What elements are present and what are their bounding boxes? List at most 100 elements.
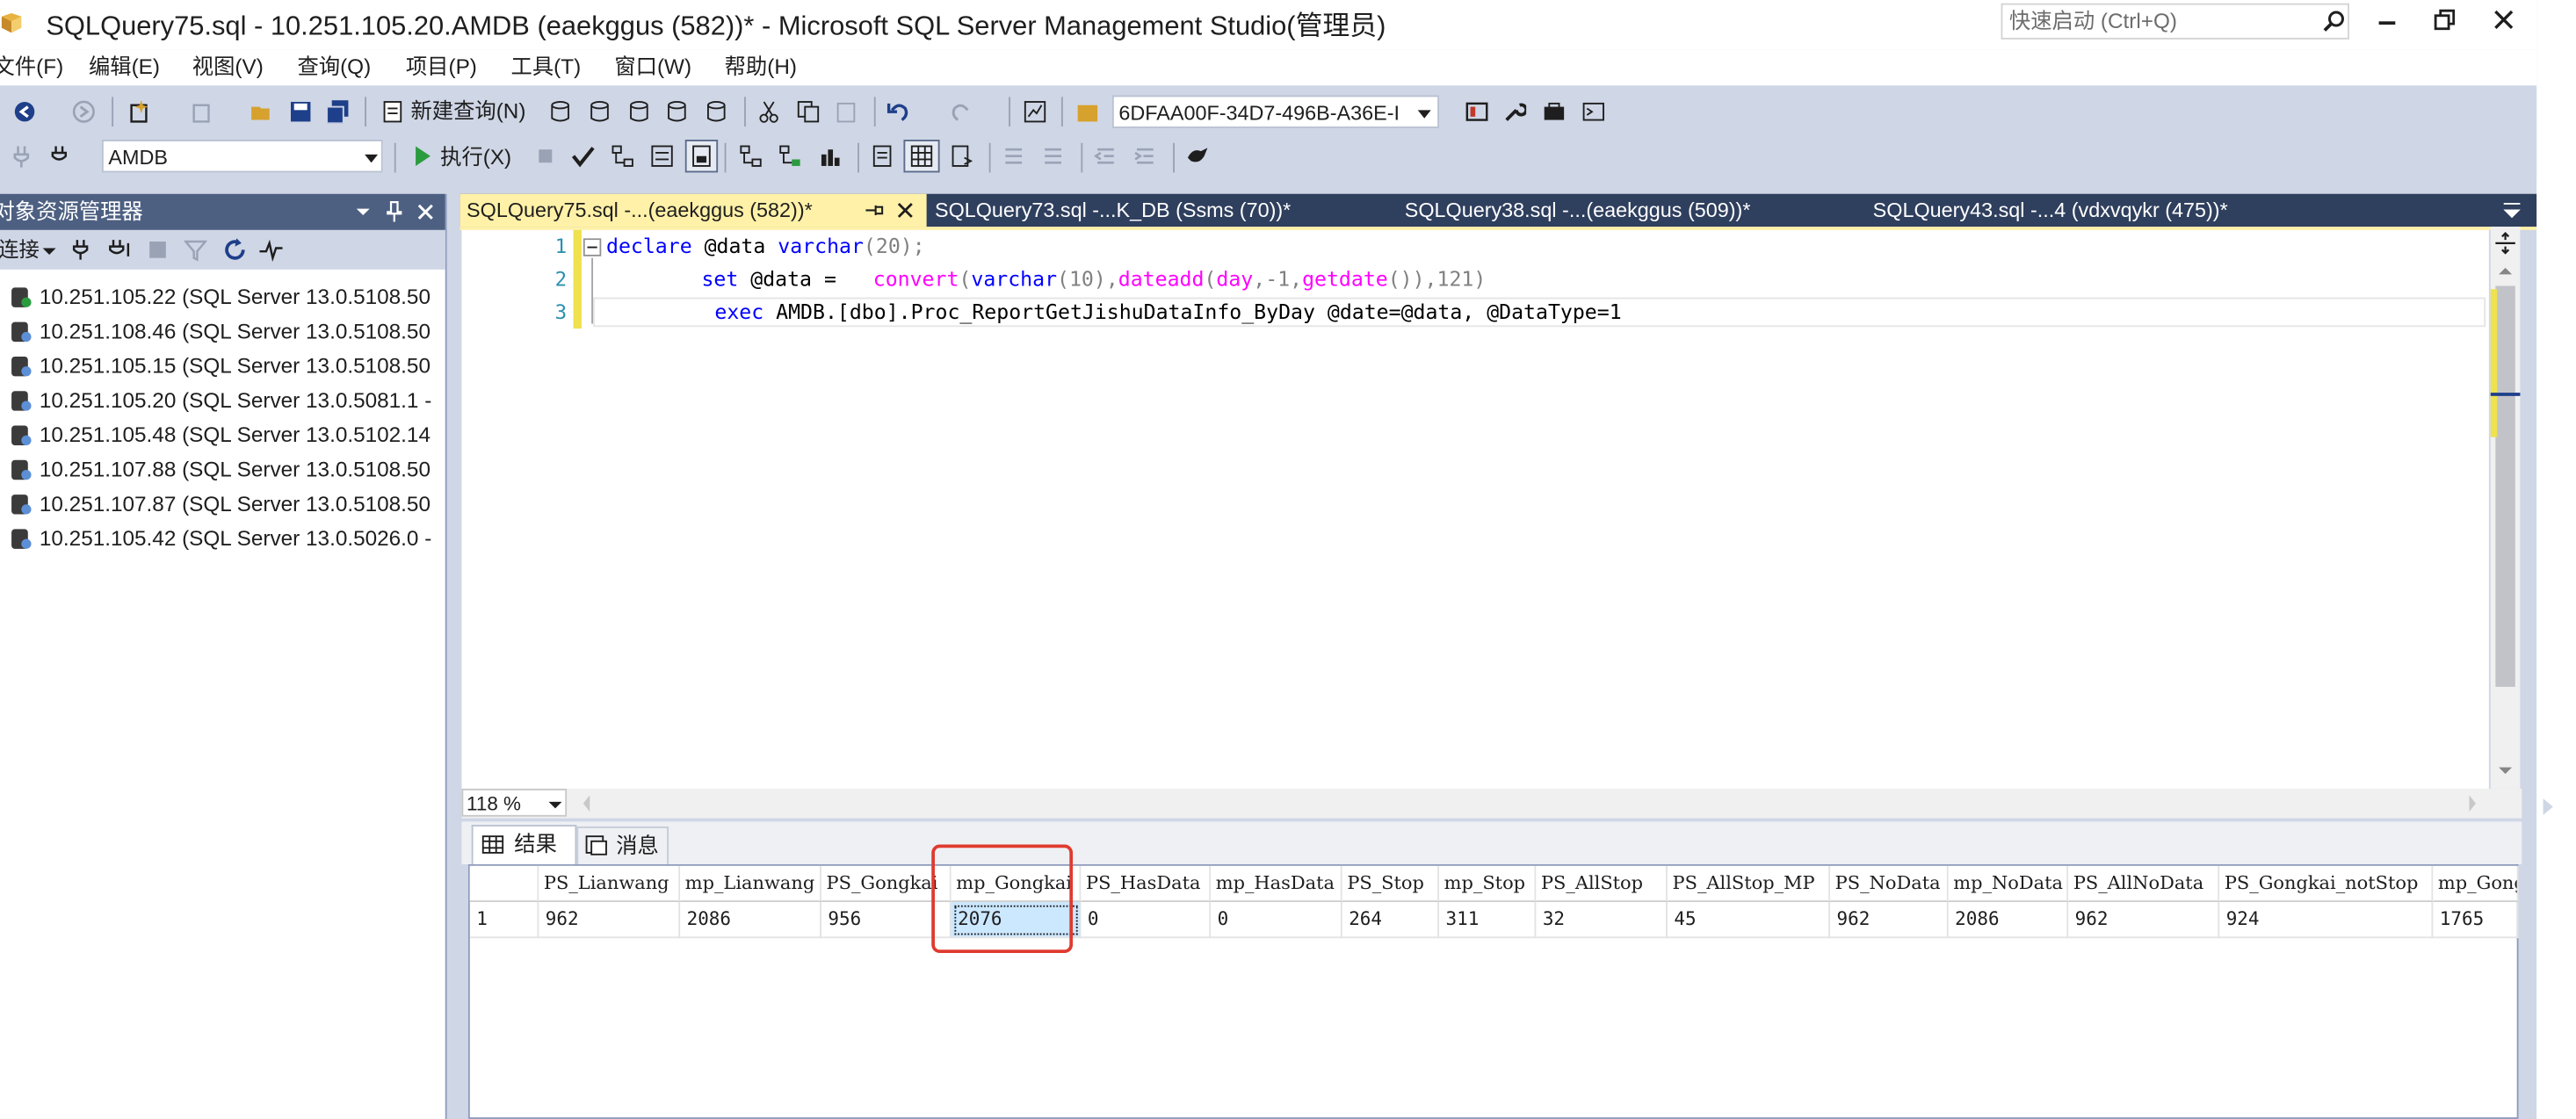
client-statistics-icon[interactable] xyxy=(818,145,841,168)
chevron-down-icon[interactable] xyxy=(42,240,56,263)
column-header[interactable]: PS_HasData xyxy=(1081,865,1212,903)
zoom-selector[interactable]: 118 % xyxy=(461,788,568,817)
split-window-icon[interactable] xyxy=(2494,232,2517,255)
query-options-icon[interactable] xyxy=(650,145,673,168)
close-panel-icon[interactable] xyxy=(414,200,437,223)
table-cell[interactable]: 32 xyxy=(1536,902,1668,939)
column-header[interactable]: PS_Stop xyxy=(1342,865,1440,903)
disconnect-icon[interactable] xyxy=(108,238,131,261)
column-header[interactable]: mp_Gong xyxy=(2433,865,2519,903)
scroll-left-icon[interactable] xyxy=(580,792,593,815)
server-node[interactable]: 10.251.108.46 (SQL Server 13.0.5108.50 xyxy=(6,315,443,350)
collapsed-panel-arrow-icon[interactable] xyxy=(2540,795,2557,818)
forward-icon[interactable] xyxy=(72,100,95,123)
refresh-icon[interactable] xyxy=(223,238,246,261)
cut-icon[interactable] xyxy=(757,100,780,123)
tab-messages[interactable]: 消息 xyxy=(576,826,669,864)
server-node[interactable]: 10.251.105.22 (SQL Server 13.0.5108.50 xyxy=(6,281,443,315)
cancel-execution-icon[interactable] xyxy=(536,146,555,165)
column-header[interactable]: PS_AllStop_MP xyxy=(1667,865,1831,903)
table-cell[interactable]: 962 xyxy=(1830,902,1949,939)
editor-vertical-scrollbar[interactable] xyxy=(2490,227,2521,789)
scroll-right-icon[interactable] xyxy=(2466,792,2479,815)
menu-query[interactable]: 查询(Q) xyxy=(297,54,371,81)
undo-icon[interactable] xyxy=(886,100,910,123)
menu-tools[interactable]: 工具(T) xyxy=(511,54,582,81)
activity-monitor-icon[interactable] xyxy=(259,238,283,262)
live-query-stats-icon[interactable] xyxy=(778,145,801,168)
restore-icon[interactable] xyxy=(2433,8,2456,31)
execute-play-icon[interactable] xyxy=(410,145,433,168)
column-header[interactable]: mp_Lianwang xyxy=(680,865,821,903)
server-node[interactable]: 10.251.107.87 (SQL Server 13.0.5108.50 xyxy=(6,488,443,523)
tab-sqlquery73[interactable]: SQLQuery73.sql -...K_DB (Ssms (70))* xyxy=(928,194,1400,227)
server-node[interactable]: 10.251.105.48 (SQL Server 13.0.5102.14 xyxy=(6,419,443,453)
close-window-icon[interactable] xyxy=(2493,8,2515,31)
table-cell[interactable]: 0 xyxy=(1081,902,1212,939)
new-query-icon[interactable] xyxy=(381,100,404,123)
tab-results[interactable]: 结果 xyxy=(471,825,577,864)
menu-file[interactable]: 文件(F) xyxy=(0,54,63,81)
column-header[interactable]: PS_AllNoData xyxy=(2068,865,2220,903)
server-node[interactable]: 10.251.105.20 (SQL Server 13.0.5081.1 - xyxy=(6,385,443,419)
server-node[interactable]: 10.251.107.88 (SQL Server 13.0.5108.50 xyxy=(6,453,443,487)
save-icon[interactable] xyxy=(289,100,312,123)
database-selector[interactable]: AMDB xyxy=(101,140,383,173)
execute-button[interactable]: 执行(X) xyxy=(440,145,511,171)
parse-checkmark-icon[interactable] xyxy=(571,145,595,168)
table-cell[interactable]: 962 xyxy=(2068,902,2220,939)
dmx-query-icon[interactable] xyxy=(627,100,650,123)
column-header[interactable]: mp_Stop xyxy=(1439,865,1537,903)
table-cell[interactable]: 2086 xyxy=(680,902,821,939)
table-cell[interactable]: 1765 xyxy=(2433,902,2519,939)
results-grid[interactable]: PS_Lianwang mp_Lianwang PS_Gongkai mp_Go… xyxy=(467,863,2519,1119)
table-cell[interactable]: 924 xyxy=(2219,902,2434,939)
table-cell[interactable]: 2086 xyxy=(1948,902,2069,939)
include-actual-plan-icon[interactable] xyxy=(739,145,762,168)
tab-sqlquery75[interactable]: SQLQuery75.sql -...(eaekggus (582))* xyxy=(459,193,927,227)
menu-edit[interactable]: 编辑(E) xyxy=(89,54,160,81)
solution-explorer-icon[interactable] xyxy=(1076,100,1099,123)
connect-dropdown[interactable]: 连接 xyxy=(0,236,40,263)
panel-menu-icon[interactable] xyxy=(353,200,373,223)
new-project-icon[interactable] xyxy=(128,100,151,123)
column-header[interactable]: mp_NoData xyxy=(1948,865,2069,903)
comment-out-icon[interactable] xyxy=(1002,145,1025,168)
results-to-file-icon[interactable] xyxy=(950,145,973,168)
table-cell[interactable]: 311 xyxy=(1439,902,1537,939)
uncomment-icon[interactable] xyxy=(1042,145,1065,168)
table-cell[interactable]: 45 xyxy=(1667,902,1831,939)
pin-tab-icon[interactable] xyxy=(863,199,886,221)
chevron-down-icon[interactable] xyxy=(1416,102,1433,125)
table-cell[interactable]: 962 xyxy=(539,902,681,939)
decrease-indent-icon[interactable] xyxy=(1094,145,1117,168)
close-tab-icon[interactable] xyxy=(894,199,916,221)
table-cell[interactable]: 264 xyxy=(1342,902,1440,939)
row-number[interactable]: 1 xyxy=(469,902,539,939)
table-cell[interactable]: 0 xyxy=(1211,902,1342,939)
redo-icon[interactable] xyxy=(950,100,973,123)
paste-icon[interactable] xyxy=(835,100,857,123)
stop-icon[interactable] xyxy=(148,240,167,259)
display-estimated-plan-icon[interactable] xyxy=(611,145,634,168)
results-to-grid-toggle[interactable] xyxy=(903,140,940,173)
menu-view[interactable]: 视图(V) xyxy=(192,54,264,81)
quick-launch-box[interactable]: 快速启动 (Ctrl+Q) xyxy=(2001,3,2349,40)
dax-query-icon[interactable] xyxy=(705,100,727,123)
properties-wrench-icon[interactable] xyxy=(1503,100,1527,123)
toolbox-icon[interactable] xyxy=(1543,100,1566,123)
database-engine-query-icon[interactable] xyxy=(549,100,572,123)
column-header[interactable]: mp_HasData xyxy=(1211,865,1342,903)
tab-overflow-icon[interactable] xyxy=(2500,199,2523,221)
menu-project[interactable]: 项目(P) xyxy=(406,54,477,81)
column-header[interactable]: PS_Lianwang xyxy=(539,865,681,903)
specify-template-values-icon[interactable] xyxy=(1186,145,1209,168)
increase-indent-icon[interactable] xyxy=(1133,145,1156,168)
open-file-icon[interactable] xyxy=(250,100,272,123)
results-to-text-icon[interactable] xyxy=(871,145,894,168)
output-window-icon[interactable] xyxy=(1582,100,1605,123)
xmla-query-icon[interactable] xyxy=(665,100,688,123)
chevron-down-icon[interactable] xyxy=(363,146,380,169)
activity-monitor-icon[interactable] xyxy=(1024,100,1046,123)
scrollbar-thumb[interactable] xyxy=(2495,285,2515,687)
